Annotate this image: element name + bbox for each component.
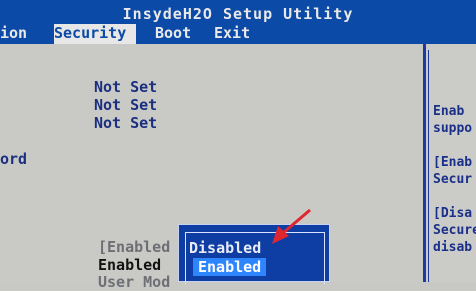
user-password-status: Not Set <box>94 96 158 114</box>
secure-boot-value[interactable]: [Enabled <box>98 238 170 256</box>
title-bar: InsydeH2O Setup Utility <box>0 0 476 23</box>
option-popup: Disabled Enabled <box>178 224 330 284</box>
help-line: suppo <box>433 121 473 136</box>
help-line: Secur <box>433 172 473 187</box>
help-line: [Disa <box>433 206 473 221</box>
tab-boot[interactable]: Boot <box>155 24 203 44</box>
help-line: disab <box>433 240 473 255</box>
supervisor-password-status: Not Set <box>94 78 158 96</box>
user-mode-label[interactable]: User Mod <box>98 273 170 291</box>
popup-option-disabled[interactable]: Disabled <box>189 239 261 257</box>
setting-value-enabled[interactable]: Enabled <box>98 256 161 274</box>
help-panel-border <box>428 50 429 282</box>
app-title: InsydeH2O Setup Utility <box>122 5 354 23</box>
help-line: Secure <box>433 223 476 238</box>
popup-option-enabled[interactable]: Enabled <box>193 258 267 276</box>
menu-bar: ion Security Boot Exit <box>0 22 476 44</box>
tab-security[interactable]: Security <box>54 24 136 44</box>
help-line: Enab <box>433 104 465 119</box>
hdd-password-status: Not Set <box>94 114 158 132</box>
tab-information[interactable]: ion <box>0 24 38 44</box>
help-panel: Enab suppo [Enab Secur [Disa Secure disa… <box>426 44 476 282</box>
password-item-label[interactable]: ord <box>0 150 27 168</box>
help-line: [Enab <box>433 155 473 170</box>
tab-exit[interactable]: Exit <box>214 24 262 44</box>
